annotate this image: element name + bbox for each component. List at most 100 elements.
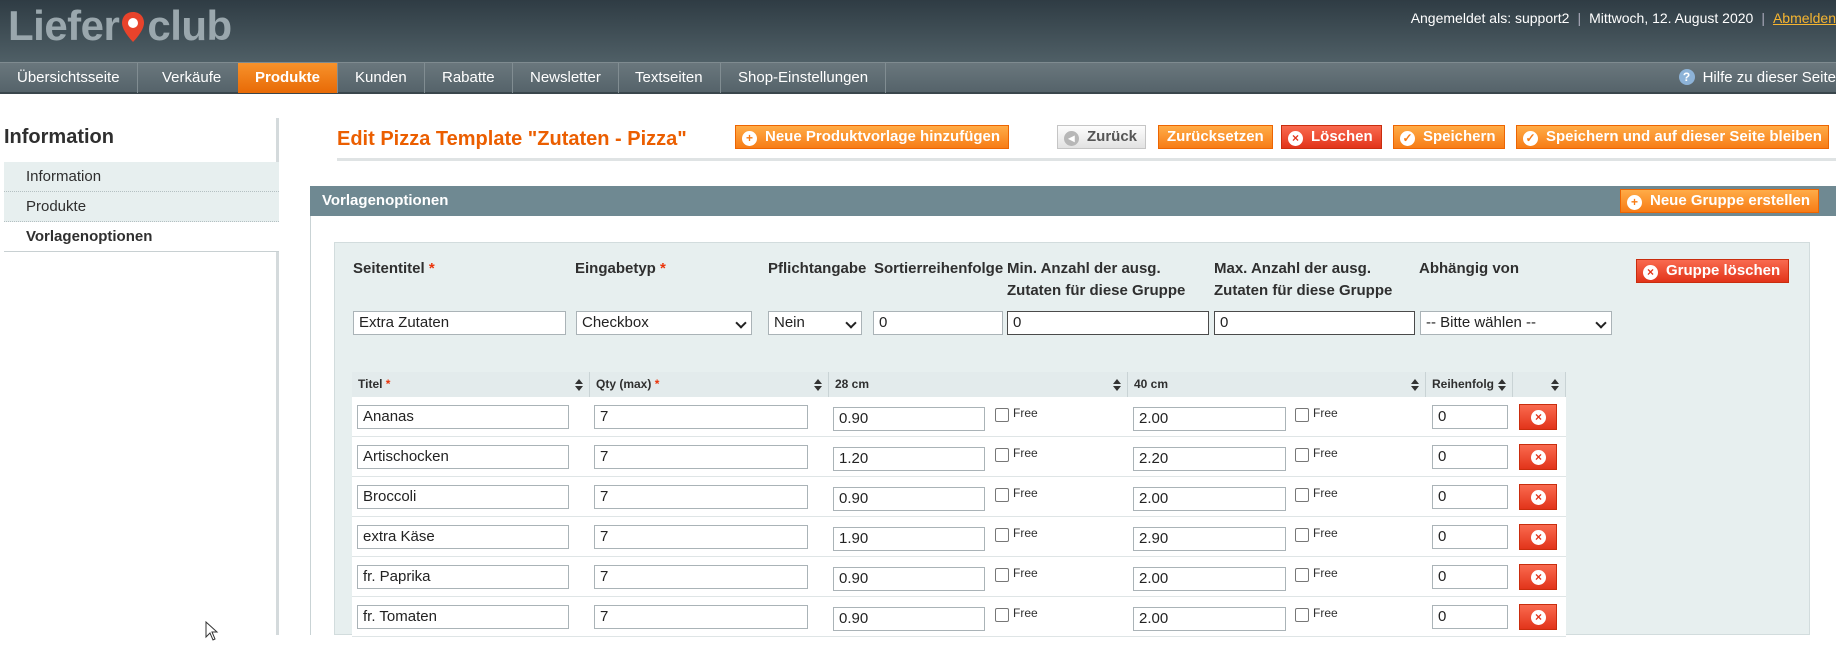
qty-max-input[interactable]: 7 (594, 605, 808, 629)
min-anzahl-input[interactable]: 0 (1007, 311, 1209, 335)
free-40cm-checkbox[interactable] (1295, 528, 1309, 542)
ingredient-title-input[interactable]: extra Käse (357, 525, 569, 549)
reset-button[interactable]: Zurücksetzen (1158, 125, 1273, 149)
sidebar-tab-information[interactable]: Information (4, 162, 279, 192)
sortierreihenfolge-input[interactable]: 0 (873, 311, 1003, 335)
order-input[interactable]: 0 (1432, 525, 1508, 549)
sidebar-tab-produkte[interactable]: Produkte (4, 192, 279, 222)
logo-text-left: Liefer (8, 2, 120, 49)
free-40cm-checkbox[interactable] (1295, 408, 1309, 422)
qty-max-input[interactable]: 7 (594, 565, 808, 589)
price-40cm-input[interactable]: 2.00 (1133, 567, 1286, 591)
nav-item-shop-einstellungen[interactable]: Shop-Einstellungen (721, 63, 887, 93)
ingredient-title-input[interactable]: Ananas (357, 405, 569, 429)
price-40cm-input[interactable]: 2.00 (1133, 487, 1286, 511)
sidebar-title: Information (4, 126, 114, 148)
delete-row-button[interactable]: × (1519, 444, 1557, 470)
delete-row-button[interactable]: × (1519, 604, 1557, 630)
label-max-anzahl: Max. Anzahl der ausg. Zutaten für diese G… (1214, 260, 1393, 299)
delete-group-button[interactable]: × Gruppe löschen (1636, 259, 1790, 283)
order-input[interactable]: 0 (1432, 605, 1508, 629)
abhaengig-von-select[interactable]: -- Bitte wählen -- (1420, 311, 1612, 335)
add-template-button[interactable]: + Neue Produktvorlage hinzufügen (735, 125, 1010, 149)
free-40cm-checkbox[interactable] (1295, 568, 1309, 582)
price-40cm-input[interactable]: 2.00 (1133, 407, 1286, 431)
qty-max-input[interactable]: 7 (594, 405, 808, 429)
order-input[interactable]: 0 (1432, 485, 1508, 509)
qty-max-input[interactable]: 7 (594, 445, 808, 469)
free-40cm-checkbox[interactable] (1295, 448, 1309, 462)
qty-max-input[interactable]: 7 (594, 485, 808, 509)
column-header-qty[interactable]: Qty (max) * (590, 372, 829, 397)
nav-item-newsletter[interactable]: Newsletter (513, 63, 619, 93)
column-header-actions[interactable] (1513, 372, 1566, 397)
free-28cm-checkbox[interactable] (995, 528, 1009, 542)
save-button[interactable]: ✓ Speichern (1393, 125, 1505, 149)
new-group-button[interactable]: + Neue Gruppe erstellen (1620, 189, 1820, 213)
pflichtangabe-select[interactable]: Nein (768, 311, 862, 335)
label-seitentitel: Seitentitel * (353, 260, 435, 277)
price-40cm-input[interactable]: 2.90 (1133, 527, 1286, 551)
back-button[interactable]: ◂ Zurück (1057, 125, 1147, 149)
free-28cm-checkbox[interactable] (995, 488, 1009, 502)
save-and-stay-label: Speichern und auf dieser Seite bleiben (1546, 128, 1822, 145)
ingredient-title-input[interactable]: fr. Paprika (357, 565, 569, 589)
nav-item-kunden[interactable]: Kunden (338, 63, 425, 93)
delete-group-label: Gruppe löschen (1666, 262, 1781, 279)
save-label: Speichern (1423, 128, 1496, 145)
delete-button[interactable]: × Löschen (1281, 125, 1382, 149)
price-28cm-input[interactable]: 0.90 (833, 607, 985, 631)
eingabetyp-select[interactable]: Checkbox (576, 311, 752, 335)
x-circle-icon: × (1531, 490, 1546, 505)
free-40cm-checkbox[interactable] (1295, 608, 1309, 622)
price-28cm-input[interactable]: 1.90 (833, 527, 985, 551)
check-circle-icon: ✓ (1400, 131, 1415, 146)
column-header-28cm[interactable]: 28 cm (829, 372, 1128, 397)
nav-item-uebersichtsseite[interactable]: Übersichtsseite (0, 63, 138, 93)
save-and-stay-button[interactable]: ✓ Speichern und auf dieser Seite bleiben (1516, 125, 1829, 149)
order-input[interactable]: 0 (1432, 565, 1508, 589)
free-28cm-checkbox[interactable] (995, 608, 1009, 622)
nav-item-produkte[interactable]: Produkte (238, 63, 339, 93)
panel-title: Vorlagenoptionen (322, 192, 449, 209)
delete-row-button[interactable]: × (1519, 564, 1557, 590)
column-header-reihenfolge[interactable]: Reihenfolg (1426, 372, 1513, 397)
delete-row-button[interactable]: × (1519, 524, 1557, 550)
logout-link[interactable]: Abmelden (1773, 10, 1836, 26)
free-28cm-checkbox[interactable] (995, 408, 1009, 422)
max-anzahl-input[interactable]: 0 (1214, 311, 1415, 335)
nav-item-verkaeufe[interactable]: Verkäufe (145, 63, 240, 93)
qty-max-input[interactable]: 7 (594, 525, 808, 549)
x-circle-icon: × (1288, 131, 1303, 146)
free-40cm-checkbox[interactable] (1295, 488, 1309, 502)
price-40cm-input[interactable]: 2.00 (1133, 607, 1286, 631)
delete-row-button[interactable]: × (1519, 404, 1557, 430)
price-40cm-input[interactable]: 2.20 (1133, 447, 1286, 471)
price-28cm-input[interactable]: 0.90 (833, 567, 985, 591)
order-input[interactable]: 0 (1432, 445, 1508, 469)
delete-row-button[interactable]: × (1519, 484, 1557, 510)
nav-item-rabatte[interactable]: Rabatte (425, 63, 513, 93)
free-28cm-checkbox[interactable] (995, 568, 1009, 582)
column-header-titel[interactable]: Titel * (352, 372, 590, 397)
logo[interactable]: Liefer club (8, 2, 232, 56)
price-28cm-input[interactable]: 0.90 (833, 487, 985, 511)
new-group-label: Neue Gruppe erstellen (1650, 192, 1811, 209)
help-link[interactable]: ? Hilfe zu dieser Seite (1678, 63, 1836, 93)
sidebar-tab-vorlagenoptionen[interactable]: Vorlagenoptionen (4, 222, 279, 252)
ingredient-title-input[interactable]: Artischocken (357, 445, 569, 469)
price-28cm-input[interactable]: 0.90 (833, 407, 985, 431)
table-row: extra Käse 7 1.90 Free 2.90 Free 0 × (352, 517, 1566, 557)
seitentitel-input[interactable]: Extra Zutaten (353, 311, 566, 335)
arrow-left-icon: ◂ (1064, 131, 1079, 146)
ingredient-title-input[interactable]: fr. Tomaten (357, 605, 569, 629)
free-28cm-checkbox[interactable] (995, 448, 1009, 462)
price-28cm-input[interactable]: 1.20 (833, 447, 985, 471)
free-label: Free (1013, 406, 1038, 420)
nav-item-textseiten[interactable]: Textseiten (618, 63, 721, 93)
help-label: Hilfe zu dieser Seite (1702, 69, 1836, 86)
order-input[interactable]: 0 (1432, 405, 1508, 429)
sort-icon (814, 379, 822, 391)
column-header-40cm[interactable]: 40 cm (1128, 372, 1426, 397)
ingredient-title-input[interactable]: Broccoli (357, 485, 569, 509)
